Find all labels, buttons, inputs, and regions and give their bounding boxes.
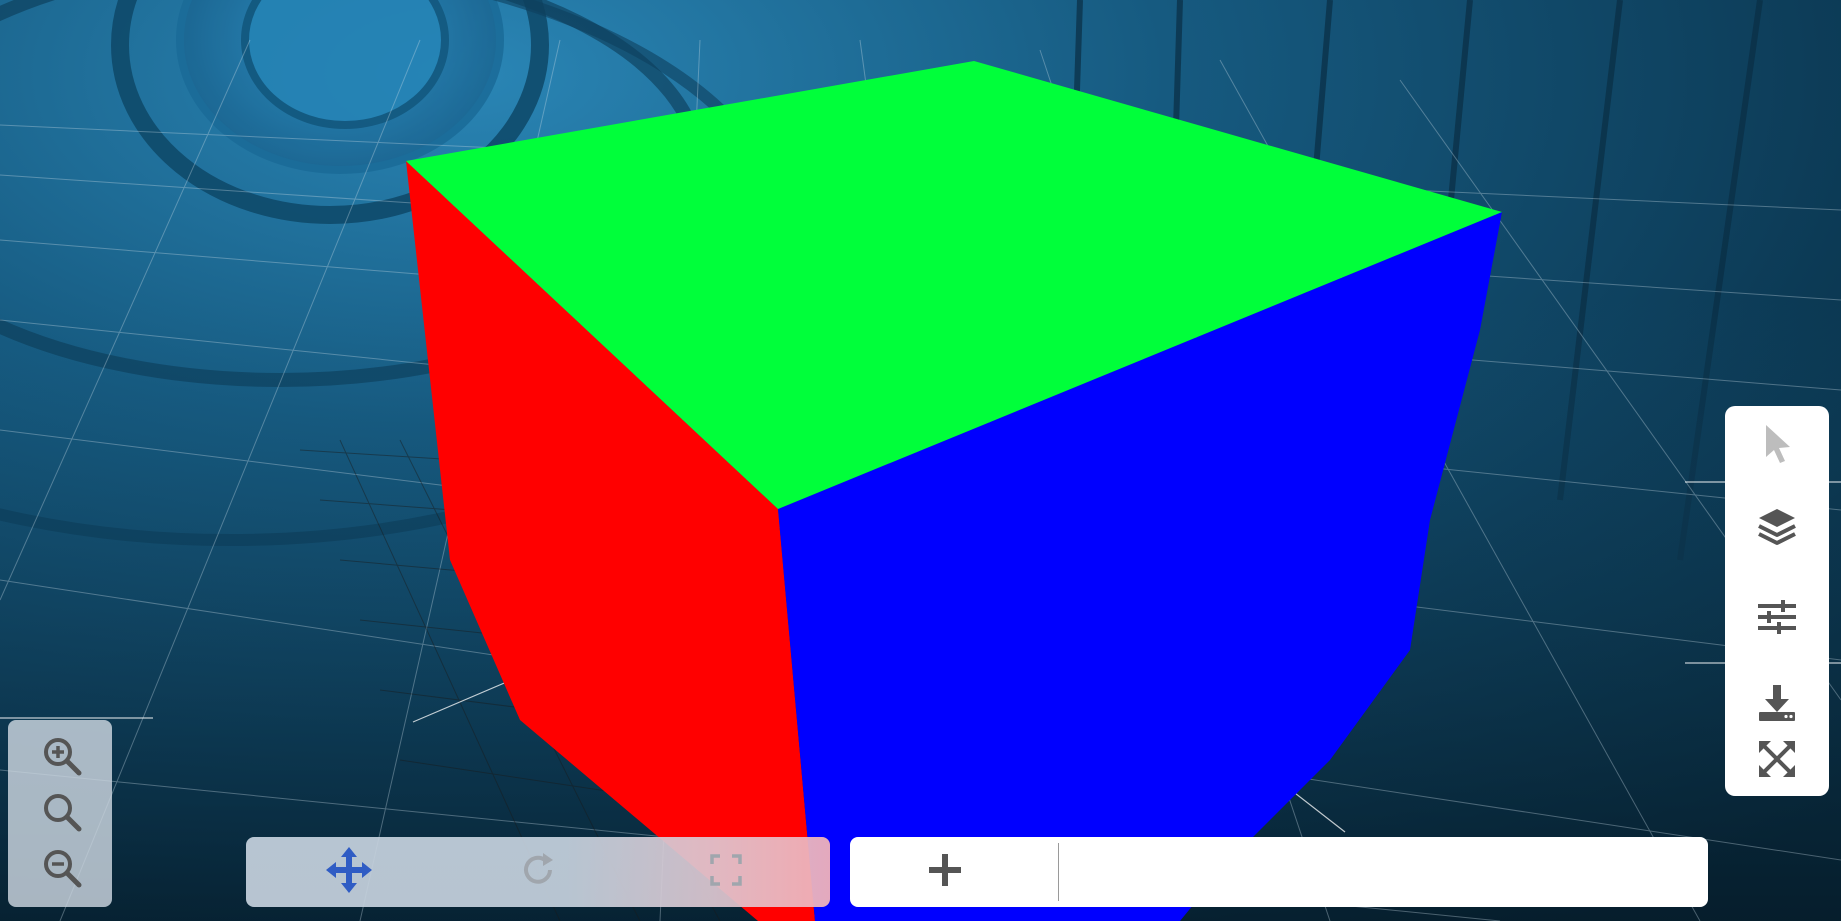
download-button[interactable] — [1752, 680, 1802, 730]
add-object-button[interactable] — [920, 848, 970, 896]
rotate-tool-button[interactable] — [514, 848, 564, 896]
zoom-out-button[interactable] — [40, 848, 84, 892]
zoom-fit-button[interactable] — [40, 792, 84, 836]
scene-canvas[interactable] — [0, 0, 1841, 921]
add-bar-content-area[interactable] — [1059, 837, 1708, 907]
select-tool-button[interactable] — [1752, 421, 1802, 471]
rotate-icon — [519, 850, 559, 895]
move-arrows-icon — [325, 846, 373, 899]
transform-toolbar — [246, 837, 830, 907]
settings-button[interactable] — [1752, 594, 1802, 644]
add-bar — [850, 837, 1708, 907]
zoom-panel — [8, 720, 112, 907]
magnifier-icon — [41, 791, 83, 838]
download-icon — [1756, 682, 1798, 729]
fullscreen-expand-icon — [1757, 739, 1797, 784]
3d-viewport[interactable] — [0, 0, 1841, 921]
plus-icon — [925, 850, 965, 895]
layers-button[interactable] — [1752, 504, 1802, 554]
side-panel — [1725, 406, 1829, 796]
fullscreen-button[interactable] — [1752, 736, 1802, 786]
cursor-arrow-icon — [1760, 423, 1794, 470]
bounding-box-icon — [708, 852, 744, 893]
zoom-in-icon — [41, 735, 83, 782]
sliders-icon — [1755, 597, 1799, 642]
scale-tool-button[interactable] — [701, 848, 751, 896]
move-tool-button[interactable] — [324, 846, 374, 899]
zoom-in-button[interactable] — [40, 736, 84, 780]
zoom-out-icon — [41, 847, 83, 894]
layers-icon — [1755, 505, 1799, 554]
